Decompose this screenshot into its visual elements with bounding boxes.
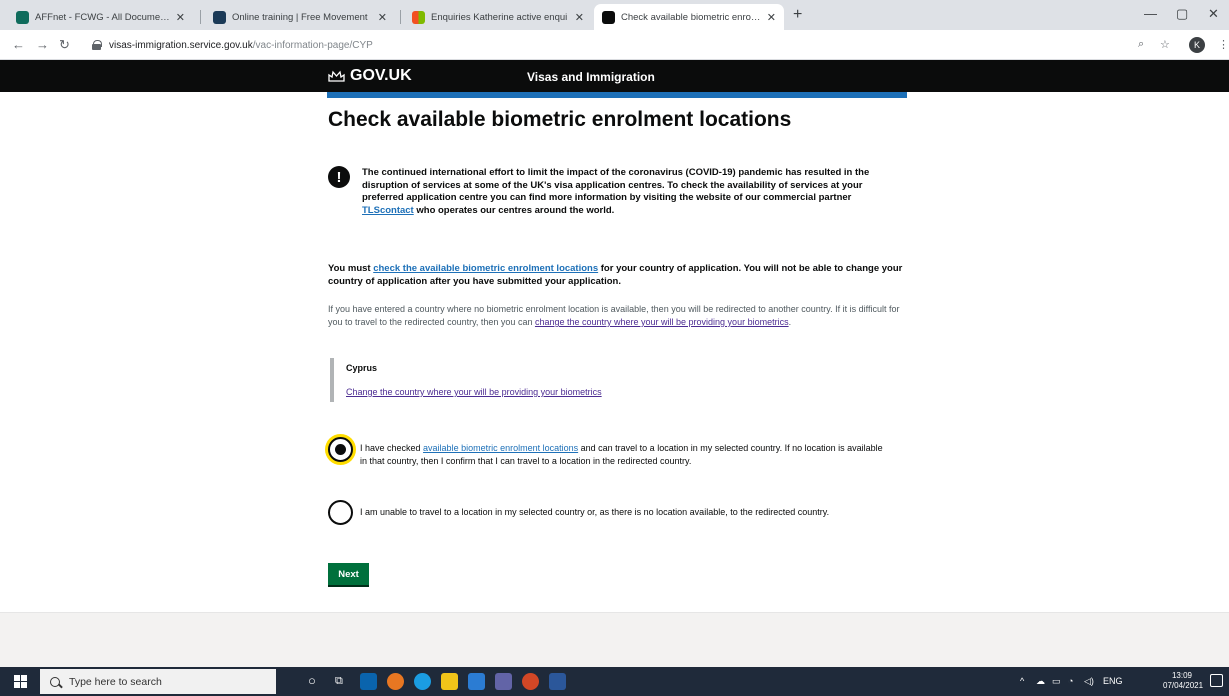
tab-label: Online training | Free Movement	[232, 11, 368, 23]
service-name[interactable]: Visas and Immigration	[527, 70, 655, 84]
browser-tab-biometric[interactable]: Check available biometric enrolm ✕	[594, 4, 784, 30]
govuk-favicon-icon	[602, 10, 615, 24]
network-icon[interactable]: ◔	[1068, 676, 1073, 686]
zoom-icon[interactable]: ⌕	[1138, 38, 1144, 51]
selected-country: Cyprus	[346, 363, 378, 373]
lock-icon	[92, 40, 102, 50]
task-view-icon[interactable]: ⧉	[335, 675, 343, 688]
volume-icon[interactable]: ◁)	[1084, 676, 1094, 687]
clock-date: 07/04/2021	[1163, 681, 1204, 690]
language-indicator[interactable]: ENG	[1103, 676, 1123, 686]
paragraph-text-part: .	[788, 317, 792, 327]
tlscontact-link[interactable]: TLScontact	[362, 205, 414, 216]
url-path: /vac-information-page/CYP	[252, 39, 373, 51]
back-arrow-icon[interactable]: ←	[12, 37, 25, 52]
close-window-icon[interactable]: ✕	[1208, 6, 1219, 22]
close-tab-icon[interactable]: ✕	[176, 11, 185, 24]
page-footer	[0, 612, 1229, 667]
bird-favicon-icon	[213, 10, 226, 24]
tab-label: Enquiries Katherine active enqui	[431, 11, 568, 23]
browser-tab-free-movement[interactable]: Online training | Free Movement ✕	[205, 4, 395, 30]
close-tab-icon[interactable]: ✕	[767, 11, 776, 24]
browser-tab-enquiries[interactable]: Enquiries Katherine active enqui ✕	[404, 4, 592, 30]
profile-avatar[interactable]: K	[1189, 37, 1205, 53]
crown-icon	[328, 70, 345, 82]
word-icon[interactable]	[549, 673, 566, 690]
tab-separator	[200, 10, 201, 24]
windows-taskbar: Type here to search ○ ⧉ ^ ☁ ▭ ◔ ◁) ENG 1…	[0, 667, 1229, 696]
close-tab-icon[interactable]: ✕	[575, 11, 584, 24]
onedrive-tray-icon[interactable]: ☁	[1036, 676, 1045, 687]
browser-address-bar: ← → ↻ visas-immigration.service.gov.uk/v…	[0, 30, 1229, 60]
new-tab-icon[interactable]: +	[793, 6, 802, 24]
next-button[interactable]: Next	[328, 563, 369, 585]
url-input[interactable]: visas-immigration.service.gov.uk/vac-inf…	[92, 35, 1112, 55]
radio-can-travel-label[interactable]: I have checked available biometric enrol…	[360, 442, 890, 467]
url-host: visas-immigration.service.gov.uk	[109, 39, 253, 51]
warning-icon: !	[328, 166, 350, 188]
tray-chevron-icon[interactable]: ^	[1020, 676, 1024, 686]
search-icon	[50, 676, 60, 687]
onedrive-icon[interactable]	[468, 673, 485, 690]
redirect-paragraph: If you have entered a country where no b…	[328, 303, 913, 329]
maximize-icon[interactable]: ▢	[1176, 6, 1188, 22]
taskbar-search-placeholder: Type here to search	[69, 675, 162, 688]
must-check-paragraph: You must check the available biometric e…	[328, 263, 913, 288]
notification-icon[interactable]	[1210, 674, 1223, 687]
change-country-link[interactable]: change the country where your will be pr…	[535, 317, 789, 327]
radio-label-part: I have checked	[360, 443, 424, 453]
radio-can-travel[interactable]	[328, 437, 353, 462]
tab-separator	[400, 10, 401, 24]
taskbar-clock[interactable]: 13:09 07/04/2021	[1163, 671, 1204, 691]
forward-arrow-icon[interactable]: →	[36, 37, 49, 52]
battery-icon[interactable]: ▭	[1052, 676, 1061, 687]
microsoft-favicon-icon	[412, 10, 425, 24]
tab-label: Check available biometric enrolm	[621, 11, 761, 23]
minimize-icon[interactable]: —	[1144, 6, 1157, 21]
clock-time: 13:09	[1171, 671, 1193, 680]
govuk-logo[interactable]: GOV.UK	[328, 67, 412, 85]
header-blue-bar	[327, 92, 907, 98]
browser-tab-bar: AFFnet - FCWG - All Documents ✕ Online t…	[0, 0, 1229, 30]
affnet-favicon-icon	[16, 10, 29, 24]
windows-start-icon[interactable]	[14, 675, 27, 688]
selected-country-inset: Cyprus Change the country where your wil…	[330, 358, 730, 402]
chrome-icon[interactable]	[387, 673, 404, 690]
taskbar-search-input[interactable]: Type here to search	[40, 669, 276, 694]
radio-unable-to-travel[interactable]	[328, 500, 353, 525]
warning-text-part: who operates our centres around the worl…	[413, 204, 615, 216]
menu-dots-icon[interactable]: ⋮	[1218, 38, 1229, 51]
radio-unable-to-travel-label[interactable]: I am unable to travel to a location in m…	[360, 506, 860, 519]
govuk-header: GOV.UK Visas and Immigration	[0, 60, 1229, 92]
change-country-inset-link[interactable]: Change the country where your will be pr…	[346, 387, 602, 397]
govuk-logo-text: GOV.UK	[350, 67, 412, 84]
covid-warning-text: The continued international effort to li…	[362, 167, 902, 217]
check-locations-link[interactable]: check the available biometric enrolment …	[373, 263, 598, 274]
bookmark-star-icon[interactable]: ☆	[1160, 38, 1170, 51]
paragraph-text-part: You must	[328, 263, 374, 274]
browser-tab-affnet[interactable]: AFFnet - FCWG - All Documents ✕	[8, 4, 193, 30]
tab-label: AFFnet - FCWG - All Documents	[35, 11, 170, 23]
reload-icon[interactable]: ↻	[59, 37, 70, 53]
page-title: Check available biometric enrolment loca…	[328, 108, 792, 131]
file-explorer-icon[interactable]	[441, 673, 458, 690]
app-icon[interactable]	[522, 673, 539, 690]
teams-icon[interactable]	[495, 673, 512, 690]
edge-icon[interactable]	[414, 673, 431, 690]
warning-text-part: The continued international effort to li…	[362, 167, 870, 203]
cortana-icon[interactable]: ○	[308, 673, 316, 688]
outlook-icon[interactable]	[360, 673, 377, 690]
enrolment-locations-link[interactable]: available biometric enrolment locations	[423, 443, 578, 453]
radio-label-part: I am unable to travel to a location in m…	[360, 507, 830, 517]
close-tab-icon[interactable]: ✕	[378, 11, 387, 24]
